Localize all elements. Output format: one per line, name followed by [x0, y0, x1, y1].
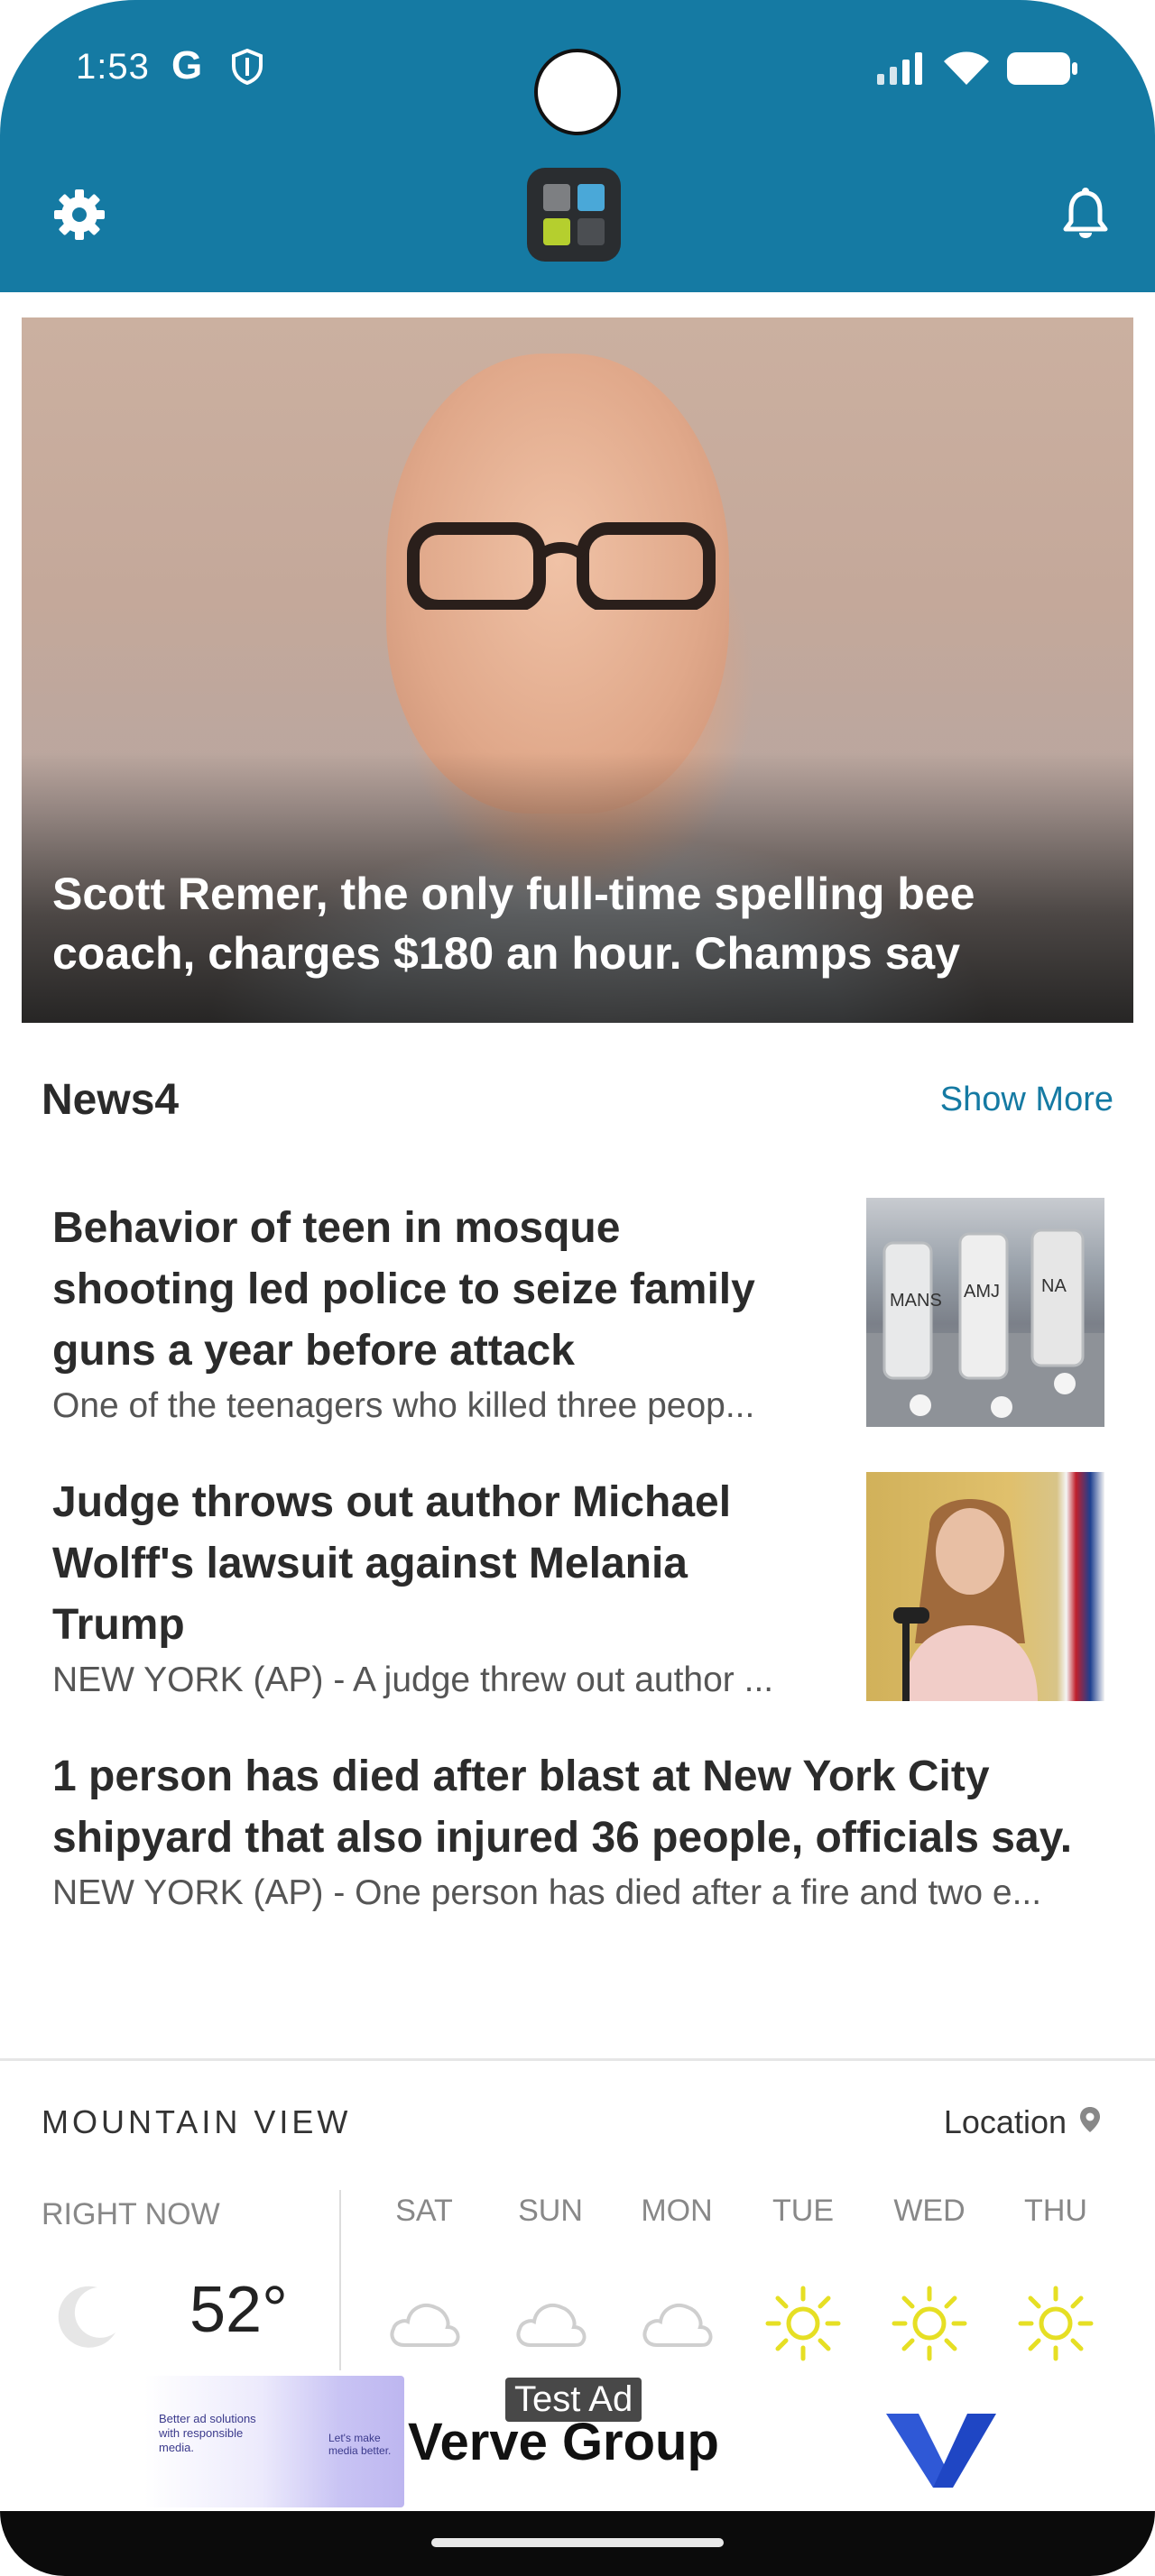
- forecast-row: SAT SUN MON TUE WED THU: [361, 2194, 1119, 2369]
- svg-text:MANS: MANS: [890, 1291, 942, 1311]
- cloud-icon: [487, 2278, 614, 2369]
- ad-banner[interactable]: Better ad solutions with responsible med…: [0, 2370, 1155, 2511]
- app-header: 1:53 G: [0, 0, 1155, 292]
- location-pin-icon: [1079, 2103, 1101, 2141]
- home-indicator[interactable]: [431, 2538, 724, 2547]
- forecast-day-label: TUE: [772, 2194, 834, 2228]
- wifi-icon: [944, 51, 989, 91]
- show-more-link[interactable]: Show More: [940, 1081, 1113, 1119]
- hero-photo-detail: [407, 522, 716, 610]
- sun-icon: [993, 2278, 1119, 2369]
- article-item[interactable]: Judge throws out author Michael Wolff's …: [52, 1472, 1117, 1705]
- forecast-day: MON: [614, 2194, 740, 2369]
- forecast-day-label: MON: [641, 2194, 713, 2228]
- article-summary: NEW YORK (AP) - One person has died afte…: [52, 1873, 1042, 1912]
- google-g-icon: G: [171, 43, 203, 87]
- forecast-day-label: SUN: [518, 2194, 583, 2228]
- ad-image-headline: Better ad solutions with responsible med…: [159, 2412, 256, 2454]
- article-summary: One of the teenagers who killed three pe…: [52, 1386, 755, 1425]
- forecast-day-label: SAT: [395, 2194, 453, 2228]
- section-title: News4: [42, 1076, 180, 1124]
- article-item[interactable]: Behavior of teen in mosque shooting led …: [52, 1198, 1117, 1431]
- forecast-day: THU: [993, 2194, 1119, 2369]
- status-icons: [875, 51, 1079, 91]
- cloud-icon: [361, 2278, 487, 2369]
- sun-icon: [740, 2278, 866, 2369]
- cloud-icon: [614, 2278, 740, 2369]
- weather-city: MOUNTAIN VIEW: [42, 2103, 352, 2140]
- forecast-day: TUE: [740, 2194, 866, 2369]
- battery-icon: [1007, 51, 1079, 91]
- article-title[interactable]: 1 person has died after blast at New Yor…: [52, 1746, 1090, 1869]
- svg-text:AMJ: AMJ: [964, 1282, 1000, 1302]
- location-label: Location: [943, 2103, 1067, 2140]
- ad-image-tagline: Let's make media better.: [328, 2432, 392, 2457]
- signal-icon: [875, 52, 926, 89]
- forecast-day: WED: [866, 2194, 993, 2369]
- article-item[interactable]: 1 person has died after blast at New Yor…: [52, 1746, 1090, 1918]
- article-title[interactable]: Judge throws out author Michael Wolff's …: [52, 1472, 810, 1656]
- article-thumbnail[interactable]: [866, 1472, 1104, 1701]
- sun-icon: [866, 2278, 993, 2369]
- forecast-day: SUN: [487, 2194, 614, 2369]
- weather-divider: [339, 2190, 341, 2379]
- hero-story[interactable]: Scott Remer, the only full-time spelling…: [22, 317, 1133, 1023]
- shield-icon: [231, 48, 263, 89]
- test-ad-label: Test Ad: [505, 2378, 642, 2422]
- bottom-bar: [0, 2511, 1155, 2576]
- section-divider: [0, 2058, 1155, 2061]
- moon-icon: [52, 2280, 121, 2353]
- current-temperature: 52°: [189, 2274, 288, 2346]
- article-summary: NEW YORK (AP) - A judge threw out author…: [52, 1661, 774, 1699]
- ad-image[interactable]: Better ad solutions with responsible med…: [144, 2376, 404, 2507]
- app-logo[interactable]: [527, 168, 621, 262]
- camera-cutout: [534, 49, 621, 135]
- forecast-day-label: WED: [893, 2194, 966, 2228]
- right-now-label: RIGHT NOW: [42, 2197, 220, 2231]
- gear-icon[interactable]: [51, 186, 108, 248]
- article-thumbnail[interactable]: MANS AMJ NA: [866, 1198, 1104, 1427]
- article-title[interactable]: Behavior of teen in mosque shooting led …: [52, 1198, 810, 1382]
- location-button[interactable]: Location: [944, 2103, 1101, 2141]
- hero-title[interactable]: Scott Remer, the only full-time spelling…: [52, 864, 1079, 983]
- verve-logo-icon[interactable]: [886, 2405, 996, 2492]
- bell-icon[interactable]: [1063, 188, 1108, 244]
- svg-text:NA: NA: [1041, 1276, 1067, 1296]
- status-time: 1:53: [76, 47, 150, 87]
- forecast-day-label: THU: [1024, 2194, 1087, 2228]
- forecast-day: SAT: [361, 2194, 487, 2369]
